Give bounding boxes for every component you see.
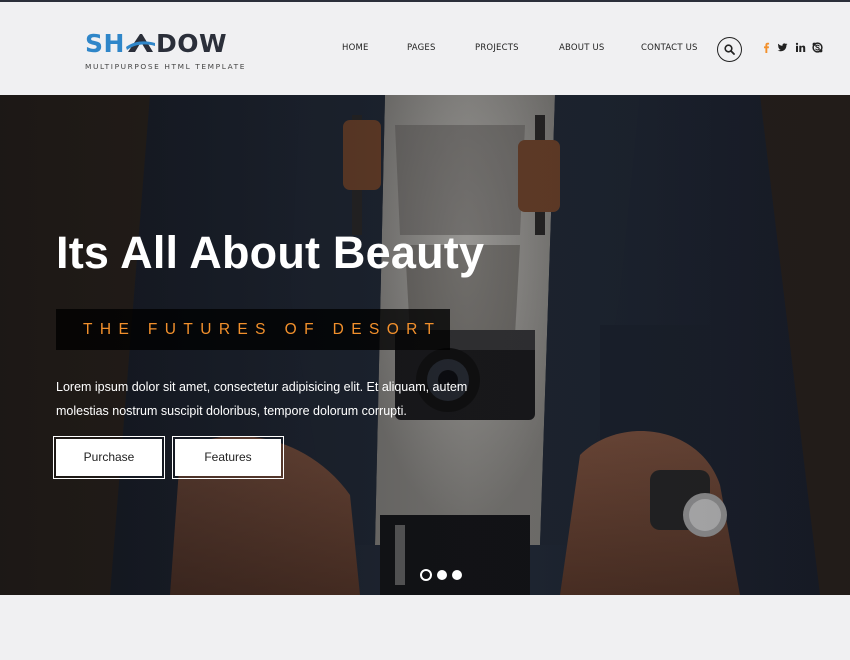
hero-subtitle-band: THE FUTURES OF DESORT xyxy=(56,309,450,350)
hero-title: Its All About Beauty xyxy=(56,227,485,278)
facebook-icon xyxy=(764,42,770,53)
page-below-hero xyxy=(0,595,850,660)
features-button[interactable]: Features xyxy=(172,436,284,479)
hero-subtitle: THE FUTURES OF DESORT xyxy=(83,321,442,338)
slide-dot-2[interactable] xyxy=(437,570,447,580)
nav-item-about-us[interactable]: ABOUT US xyxy=(559,43,605,53)
linkedin-link[interactable] xyxy=(795,42,806,56)
twitter-icon xyxy=(777,43,788,52)
purchase-button[interactable]: Purchase xyxy=(53,436,165,479)
brand-wordmark: SH DOW xyxy=(85,29,227,59)
hero-slider: Its All About Beauty THE FUTURES OF DESO… xyxy=(0,95,850,595)
brand-tagline: MULTIPURPOSE HTML TEMPLATE xyxy=(85,62,247,71)
skype-link[interactable] xyxy=(812,42,823,56)
nav-item-projects[interactable]: PROJECTS xyxy=(475,43,519,53)
slide-dot-3[interactable] xyxy=(452,570,462,580)
facebook-link[interactable] xyxy=(761,42,772,56)
site-header: SH DOW MULTIPURPOSE HTML TEMPLATE HOME P… xyxy=(0,2,850,95)
sail-logo-icon xyxy=(125,34,155,52)
hero-description: Lorem ipsum dolor sit amet, consectetur … xyxy=(56,380,468,418)
brand-name-left: SH xyxy=(85,29,125,58)
search-button[interactable] xyxy=(717,37,742,62)
brand-name-right: DOW xyxy=(155,29,228,58)
slide-dot-1[interactable] xyxy=(420,569,432,581)
nav-item-pages[interactable]: PAGES xyxy=(407,43,436,53)
nav-item-home[interactable]: HOME xyxy=(342,43,369,53)
search-icon xyxy=(724,44,735,55)
nav-item-contact-us[interactable]: CONTACT US xyxy=(641,43,698,53)
brand-logo[interactable]: SH DOW MULTIPURPOSE HTML TEMPLATE xyxy=(85,29,245,75)
twitter-link[interactable] xyxy=(777,42,788,56)
linkedin-icon xyxy=(795,42,806,52)
skype-icon xyxy=(812,42,823,53)
